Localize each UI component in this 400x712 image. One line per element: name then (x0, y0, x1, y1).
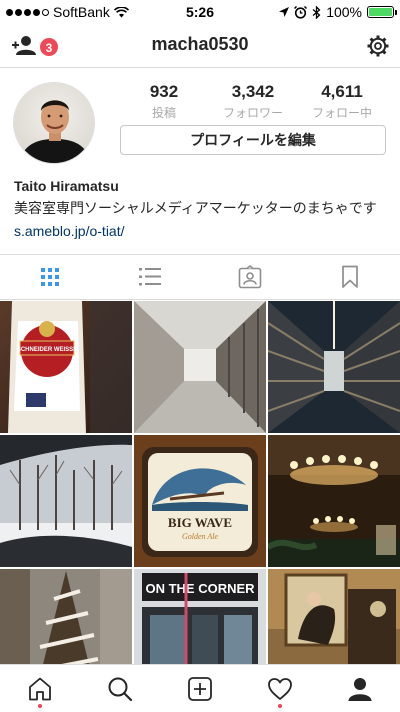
photo-grid: SCHNEIDER WEISSE BIG WAVE Golden Ale ON … (0, 301, 400, 701)
grid-icon (41, 268, 59, 286)
gear-icon (367, 35, 389, 57)
profile-header: 3 macha0530 (0, 24, 400, 68)
following-count[interactable]: 4,611 フォロー中 (298, 82, 386, 121)
profile-avatar[interactable] (13, 82, 95, 164)
bio-text: 美容室専門ソーシャルメディアマーケッターのまちゃです (14, 200, 377, 216)
options-button[interactable] (366, 34, 390, 58)
post-thumbnail[interactable]: SCHNEIDER WEISSE (0, 301, 132, 433)
big-wave-sign-photo: BIG WAVE Golden Ale (134, 435, 266, 567)
profile-bio: Taito Hiramatsu 美容室専門ソーシャルメディアマーケッターのまちゃ… (14, 178, 394, 239)
activity-icon (268, 677, 292, 700)
stat-value: 932 (149, 82, 179, 101)
beer-label-text: SCHNEIDER WEISSE (17, 347, 77, 353)
stat-label: フォロワー (222, 106, 283, 120)
nav-profile[interactable] (320, 665, 400, 712)
battery-percent: 100% (326, 4, 362, 20)
website-link[interactable]: s.ameblo.jp/o-tiat/ (14, 223, 394, 239)
status-right: 100% (279, 4, 397, 20)
post-thumbnail[interactable] (134, 301, 266, 433)
tab-tagged[interactable] (200, 255, 300, 299)
home-notification-dot (38, 704, 42, 708)
on-the-corner-text: ON THE CORNER (145, 581, 255, 596)
post-thumbnail[interactable] (268, 301, 400, 433)
battery-icon (367, 6, 397, 18)
post-thumbnail[interactable]: BIG WAVE Golden Ale (134, 435, 266, 567)
display-name: Taito Hiramatsu (14, 178, 119, 194)
username-title: macha0530 (151, 34, 249, 54)
home-icon (29, 677, 51, 700)
chandelier-photo (268, 435, 400, 567)
snowy-trees-photo (0, 435, 132, 567)
tab-grid[interactable] (0, 255, 100, 299)
alarm-icon (294, 5, 308, 19)
posts-count[interactable]: 932 投稿 (120, 82, 208, 121)
location-icon (279, 7, 290, 17)
stat-label: 投稿 (151, 106, 176, 120)
search-icon (108, 677, 133, 701)
nav-search[interactable] (80, 665, 160, 712)
nav-activity[interactable] (240, 665, 320, 712)
stat-label: フォロー中 (311, 106, 372, 120)
nav-add-post[interactable] (160, 665, 240, 712)
avatar-photo (14, 83, 94, 163)
stat-value: 3,342 (231, 82, 275, 101)
bottom-tab-bar (0, 664, 400, 712)
profile-icon (348, 677, 372, 701)
hallway-photo (134, 301, 266, 433)
beer-bottle-photo: SCHNEIDER WEISSE (0, 301, 132, 433)
list-icon (139, 268, 161, 286)
bookmark-icon (342, 265, 358, 288)
nav-home[interactable] (0, 665, 80, 712)
archive-shelves-photo (268, 301, 400, 433)
tagged-icon (238, 265, 262, 289)
post-thumbnail[interactable] (0, 435, 132, 567)
profile-tabs (0, 254, 400, 300)
add-post-icon (188, 676, 212, 701)
post-thumbnail[interactable] (268, 435, 400, 567)
golden-ale-text: Golden Ale (182, 532, 219, 541)
big-wave-text: BIG WAVE (168, 515, 232, 530)
bluetooth-icon (312, 5, 321, 19)
edit-profile-button[interactable]: プロフィールを編集 (120, 125, 386, 155)
profile-stats: 932 投稿 3,342 フォロワー 4,611 フォロー中 (120, 82, 386, 121)
followers-count[interactable]: 3,342 フォロワー (209, 82, 297, 121)
stat-value: 4,611 (321, 82, 363, 101)
tab-list[interactable] (100, 255, 200, 299)
activity-notification-dot (278, 704, 282, 708)
status-bar: SoftBank 5:26 100% (0, 0, 400, 24)
tab-saved[interactable] (300, 255, 400, 299)
